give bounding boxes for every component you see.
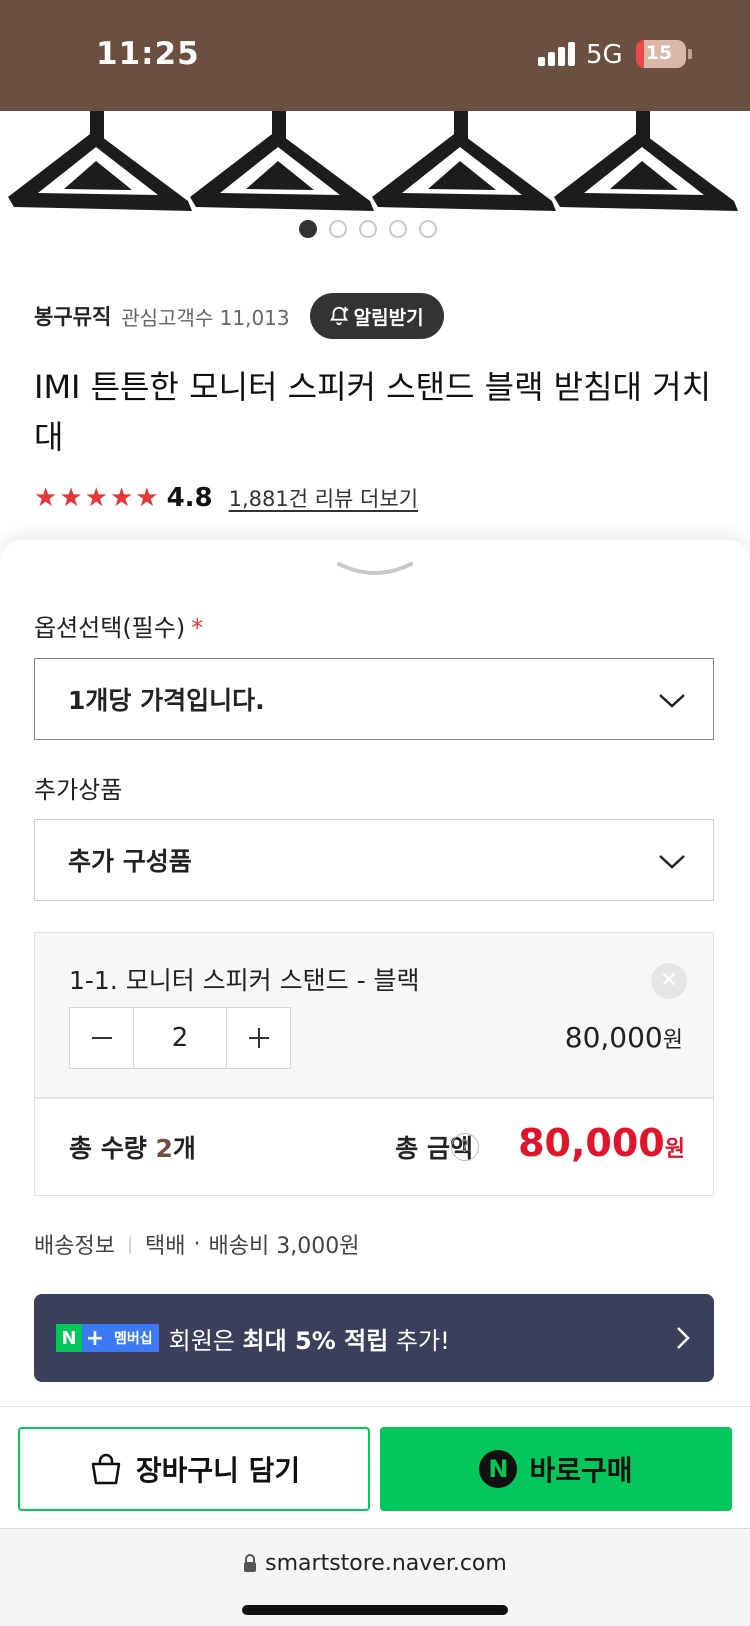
gallery-dot-1[interactable]	[299, 220, 317, 238]
total-quantity-label: 총 수량	[69, 1134, 147, 1163]
monitor-stand-image	[8, 111, 738, 211]
product-image-gallery[interactable]	[0, 111, 750, 271]
remove-option-button[interactable]: ✕	[651, 963, 687, 999]
buy-now-button[interactable]: N 바로구매	[380, 1427, 732, 1511]
bottom-action-bar: 장바구니 담기 N 바로구매	[0, 1406, 750, 1528]
rating-value: 4.8	[166, 483, 213, 513]
extra-product-select[interactable]: 추가 구성품	[34, 819, 714, 901]
battery-tip	[688, 49, 692, 59]
option-selected-value: 1개당 가격입니다.	[68, 686, 265, 715]
home-indicator[interactable]	[242, 1605, 508, 1615]
browser-address-bar[interactable]: smartstore.naver.com	[0, 1528, 750, 1626]
chevron-right-icon	[677, 1327, 690, 1349]
add-to-cart-button[interactable]: 장바구니 담기	[18, 1427, 370, 1511]
gallery-pagination	[0, 220, 750, 242]
cellular-signal-icon	[538, 42, 576, 66]
star-icon: ★	[135, 483, 159, 513]
gallery-dot-4[interactable]	[389, 220, 407, 238]
bullet: ·	[193, 1231, 201, 1257]
required-mark: *	[191, 614, 204, 642]
shipping-fee: 배송비 3,000원	[208, 1234, 360, 1259]
help-icon[interactable]: ?	[451, 1133, 479, 1161]
option-select[interactable]: 1개당 가격입니다.	[34, 658, 714, 740]
follower-count: 관심고객수 11,013	[121, 305, 290, 330]
chevron-down-icon	[659, 694, 685, 708]
naver-pay-icon: N	[479, 1450, 518, 1488]
star-icon: ★	[34, 483, 58, 513]
total-amount-unit: 원	[664, 1137, 685, 1162]
battery-icon: 15	[636, 40, 686, 68]
membership-text: 회원은 최대 5% 적립 추가!	[169, 1321, 450, 1356]
chevron-down-icon	[659, 855, 685, 869]
option-label: 옵션선택(필수) *	[34, 608, 203, 643]
url-text: smartstore.naver.com	[265, 1551, 507, 1576]
notify-label: 알림받기	[353, 306, 424, 329]
separator: |	[126, 1233, 134, 1255]
gallery-dot-2[interactable]	[329, 220, 347, 238]
shipping-label: 배송정보	[34, 1234, 115, 1259]
shipping-info: 배송정보 | 택배 · 배송비 3,000원	[34, 1228, 359, 1260]
selected-option-card: 1-1. 모니터 스피커 스탠드 - 블랙 ✕ 2 80,000원 총 수량 2…	[34, 932, 714, 1196]
gallery-dot-3[interactable]	[359, 220, 377, 238]
extra-product-placeholder: 추가 구성품	[68, 847, 192, 876]
naver-n-badge: N	[56, 1324, 82, 1352]
membership-banner[interactable]: N + 멤버십 회원은 최대 5% 적립 추가!	[34, 1294, 714, 1382]
total-amount-value: 80,000	[518, 1121, 665, 1165]
store-info: 봉구뮤직 관심고객수 11,013 알림받기	[34, 292, 444, 340]
quantity-value[interactable]: 2	[134, 1008, 226, 1068]
add-to-cart-label: 장바구니 담기	[135, 1454, 301, 1487]
membership-text-bold: 최대 5% 적립	[242, 1326, 389, 1355]
lock-icon	[244, 1554, 257, 1572]
totals-row: 총 수량 2개 총 금액 ? 80,000원	[35, 1099, 713, 1195]
battery-percent: 15	[645, 42, 673, 64]
quantity-stepper: 2	[69, 1007, 291, 1069]
option-price-unit: 원	[662, 1028, 683, 1053]
rating-stars: ★ ★ ★ ★ ★	[34, 485, 159, 511]
total-quantity-value: 2	[155, 1134, 173, 1163]
total-amount: 80,000원	[518, 1121, 685, 1165]
plus-badge: +	[82, 1324, 108, 1352]
product-title: IMI 튼튼한 모니터 스피커 스탠드 블랙 받침대 거치대	[34, 368, 712, 456]
membership-badge-text: 멤버십	[108, 1324, 159, 1352]
decrease-quantity-button[interactable]	[70, 1008, 134, 1068]
network-type: 5G	[586, 40, 623, 70]
shopping-bag-icon	[91, 1453, 121, 1485]
increase-quantity-button[interactable]	[226, 1008, 290, 1068]
total-quantity-unit: 개	[172, 1134, 196, 1163]
option-label-text: 옵션선택(필수)	[34, 614, 186, 642]
option-price: 80,000원	[565, 1021, 683, 1054]
store-name[interactable]: 봉구뮤직	[34, 301, 111, 331]
sheet-collapse-handle-icon[interactable]	[335, 558, 415, 580]
rating-row: ★ ★ ★ ★ ★ 4.8 1,881건 리뷰 더보기	[34, 478, 418, 518]
buy-now-label: 바로구매	[529, 1454, 633, 1487]
url-display[interactable]: smartstore.naver.com	[0, 1551, 750, 1576]
star-icon: ★	[59, 483, 83, 513]
close-icon: ✕	[659, 968, 679, 993]
plus-icon	[248, 1028, 269, 1048]
status-bar: 11:25 5G 15	[0, 0, 750, 111]
review-link[interactable]: 1,881건 리뷰 더보기	[229, 483, 418, 513]
selected-option-name: 1-1. 모니터 스피커 스탠드 - 블랙	[69, 966, 420, 995]
option-price-value: 80,000	[564, 1021, 663, 1054]
star-icon: ★	[109, 483, 134, 513]
total-quantity: 총 수량 2개	[69, 1129, 196, 1165]
status-time: 11:25	[96, 36, 200, 72]
extra-product-label: 추가상품	[34, 776, 123, 804]
shipping-method: 택배	[145, 1234, 186, 1259]
membership-text-suffix: 추가!	[388, 1326, 450, 1355]
notify-button[interactable]: 알림받기	[309, 293, 444, 339]
bell-plus-icon	[329, 306, 348, 326]
gallery-dot-5[interactable]	[419, 220, 437, 238]
membership-text-prefix: 회원은	[168, 1326, 243, 1355]
minus-icon	[91, 1037, 112, 1039]
star-icon: ★	[84, 483, 108, 513]
